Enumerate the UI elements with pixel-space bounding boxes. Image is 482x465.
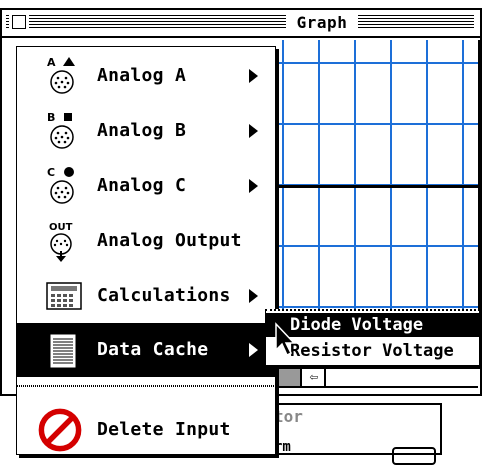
submenu-arrow-icon (249, 69, 258, 83)
analog-a-connector-icon: A (47, 56, 75, 94)
analog-output-connector-icon: OUT (49, 222, 73, 262)
menu-item-label: Delete Input (97, 419, 231, 440)
menu-item-label: Analog Output (97, 230, 242, 251)
title-bar[interactable]: Graph (2, 10, 480, 38)
svg-text:A: A (47, 56, 56, 69)
menu-item-analog-a[interactable]: A Analog A (17, 49, 275, 103)
menu-item-analog-c[interactable]: C Analog C (17, 159, 275, 213)
calculator-icon (46, 282, 82, 310)
analog-b-connector-icon: B (47, 111, 74, 149)
lower-window-title: tor (274, 407, 303, 426)
svg-text:B: B (47, 111, 55, 124)
horizontal-scrollbar[interactable]: ⇦ (302, 366, 478, 388)
svg-text:C: C (47, 166, 55, 179)
menu-item-analog-b[interactable]: B Analog B (17, 104, 275, 158)
menu-item-label: Analog B (97, 120, 187, 141)
submenu-arrow-icon (249, 289, 258, 303)
scroll-corner (272, 366, 302, 388)
submenu-arrow-icon (249, 124, 258, 138)
menu-item-delete-input[interactable]: Delete Input (17, 403, 275, 457)
lower-window-field[interactable] (392, 447, 436, 465)
title-stripes (6, 15, 286, 29)
menu-item-data-cache[interactable]: Data Cache (17, 323, 275, 377)
svg-text:OUT: OUT (49, 222, 73, 233)
data-cache-icon (50, 334, 76, 368)
analog-c-connector-icon: C (47, 166, 74, 204)
menu-item-label: Analog A (97, 65, 187, 86)
delete-prohibited-icon (38, 408, 82, 452)
menu-item-label: Data Cache (97, 339, 209, 360)
submenu-arrow-icon (249, 179, 258, 193)
lower-window: tor rm (262, 403, 442, 465)
graph-plot-area[interactable] (272, 40, 480, 310)
menu-item-label: Analog C (97, 175, 187, 196)
close-box[interactable] (9, 12, 29, 32)
menu-item-label: Calculations (97, 285, 231, 306)
input-popup-menu: A Analog A B Analog B C Analog C OUT Ana… (16, 46, 276, 455)
submenu-arrow-icon (249, 343, 258, 357)
menu-item-analog-output[interactable]: OUT Analog Output (17, 214, 275, 268)
mouse-pointer-icon (275, 322, 296, 357)
menu-item-calculations[interactable]: Calculations (17, 269, 275, 323)
menu-separator (17, 385, 275, 387)
graph-axis (272, 185, 478, 188)
scroll-left-arrow-icon[interactable]: ⇦ (304, 368, 326, 386)
title-stripes (358, 15, 474, 29)
window-title: Graph (286, 13, 358, 32)
